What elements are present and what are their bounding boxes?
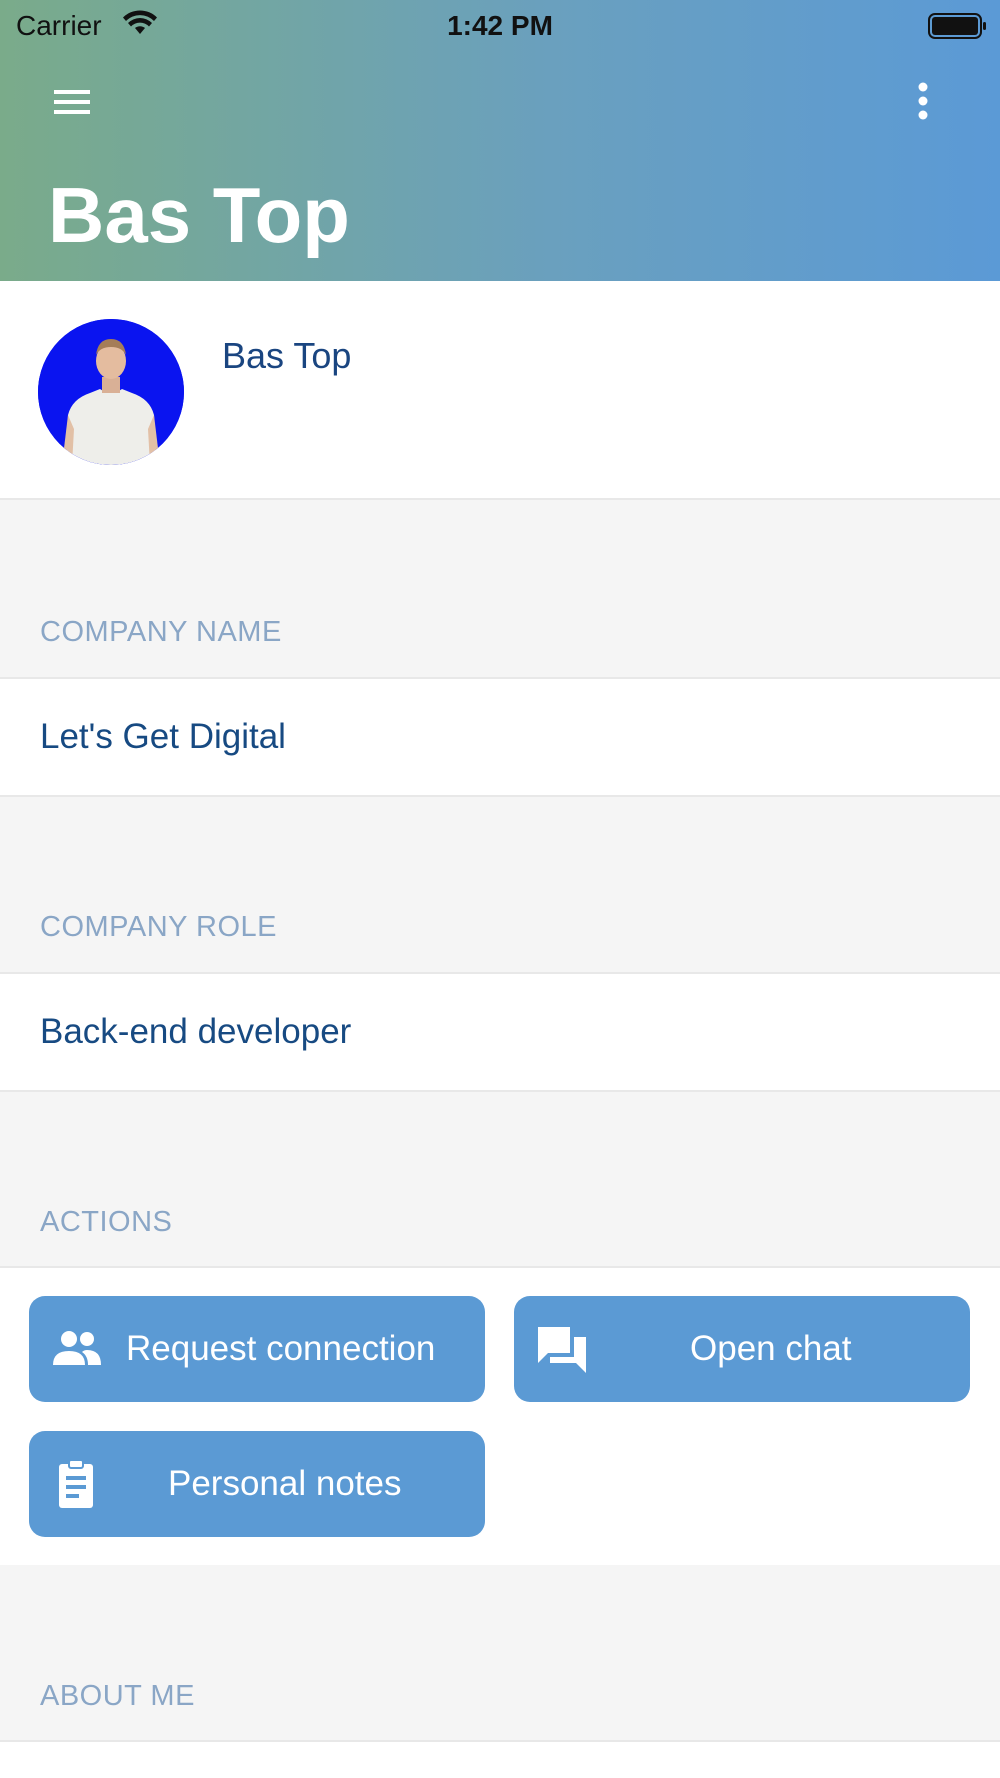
- chat-icon: [538, 1327, 586, 1373]
- company-role-row: Back-end developer: [0, 972, 1000, 1092]
- battery-icon: [928, 13, 986, 39]
- avatar-photo: [38, 319, 184, 465]
- status-bar: Carrier 1:42 PM: [0, 0, 1000, 52]
- people-icon: [53, 1331, 101, 1365]
- profile-card: Bas Top: [0, 281, 1000, 500]
- profile-name: Bas Top: [222, 335, 352, 376]
- company-name-value: Let's Get Digital: [40, 717, 286, 756]
- about-me-label: ABOUT ME: [40, 1680, 195, 1712]
- personal-notes-button[interactable]: Personal notes: [29, 1431, 485, 1537]
- company-role-label: COMPANY ROLE: [40, 911, 277, 943]
- open-chat-label: Open chat: [690, 1329, 852, 1368]
- actions-panel: Request connection Open chat Personal no…: [0, 1266, 1000, 1565]
- avatar: [38, 319, 184, 465]
- company-role-value: Back-end developer: [40, 1012, 352, 1051]
- open-chat-button[interactable]: Open chat: [514, 1296, 970, 1402]
- request-connection-button[interactable]: Request connection: [29, 1296, 485, 1402]
- request-connection-label: Request connection: [126, 1329, 436, 1368]
- clipboard-icon: [59, 1459, 93, 1508]
- page-title: Bas Top: [48, 171, 350, 259]
- company-name-label: COMPANY NAME: [40, 616, 282, 648]
- clock: 1:42 PM: [447, 10, 553, 41]
- personal-notes-label: Personal notes: [168, 1464, 402, 1503]
- about-me-row: [0, 1740, 1000, 1778]
- more-vertical-icon[interactable]: [910, 80, 936, 124]
- actions-label: ACTIONS: [40, 1206, 173, 1238]
- app-header: Carrier 1:42 PM Bas Top: [0, 0, 1000, 281]
- hamburger-menu-icon[interactable]: [50, 84, 94, 120]
- company-name-row: Let's Get Digital: [0, 677, 1000, 797]
